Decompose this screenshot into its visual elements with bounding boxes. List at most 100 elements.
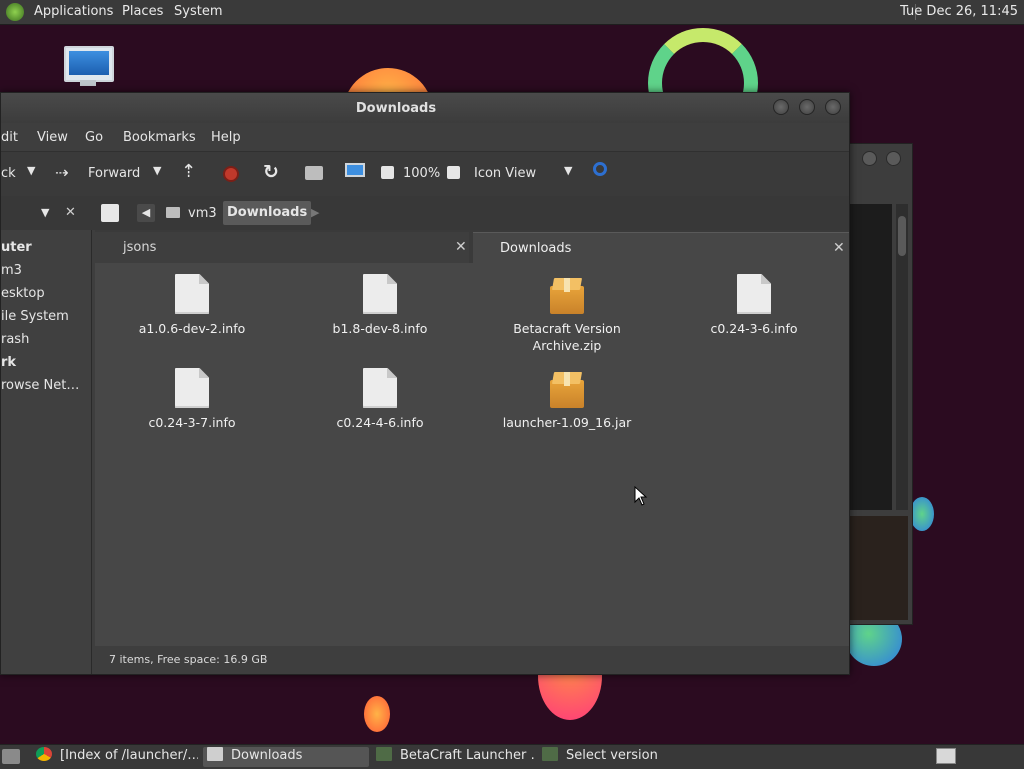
taskbar-item-downloads[interactable]: Downloads xyxy=(203,747,369,767)
zoom-in-icon[interactable] xyxy=(447,166,460,179)
sidebar-heading-computer: uter xyxy=(1,240,32,255)
taskbar-item-browser[interactable]: [Index of /launcher/… xyxy=(36,747,198,767)
back-dropdown-icon[interactable]: ▼ xyxy=(27,164,35,177)
minimize-button[interactable] xyxy=(862,151,877,166)
file-item[interactable]: a1.0.6-dev-2.info xyxy=(117,274,267,337)
taskbar-label: Select version xyxy=(566,748,658,763)
menu-view[interactable]: View xyxy=(37,130,68,145)
applications-logo-icon[interactable] xyxy=(6,3,24,21)
file-item[interactable]: c0.24-4-6.info xyxy=(305,368,455,431)
mouse-cursor-icon xyxy=(634,486,648,506)
edit-location-icon[interactable] xyxy=(101,204,119,222)
menu-applications[interactable]: Applications xyxy=(34,4,113,19)
stop-icon[interactable] xyxy=(223,166,239,182)
close-sidebar-icon[interactable]: ✕ xyxy=(65,205,76,220)
workspace-switcher-icon[interactable] xyxy=(936,748,956,764)
up-icon[interactable]: ⇡ xyxy=(181,161,196,182)
menu-places[interactable]: Places xyxy=(122,4,163,19)
search-icon[interactable] xyxy=(593,162,607,176)
forward-button[interactable]: Forward xyxy=(88,166,140,181)
file-manager-window[interactable]: Downloads dit View Go Bookmarks Help ck … xyxy=(0,92,850,675)
file-item[interactable]: Betacraft Version Archive.zip xyxy=(492,274,642,354)
text-file-icon xyxy=(175,274,209,314)
sidebar-item-trash[interactable]: rash xyxy=(1,332,29,347)
text-file-icon xyxy=(363,274,397,314)
tab-label: jsons xyxy=(123,240,157,255)
menubar: dit View Go Bookmarks Help xyxy=(1,123,849,151)
text-file-icon xyxy=(363,368,397,408)
zoom-out-icon[interactable] xyxy=(381,166,394,179)
forward-dropdown-icon[interactable]: ▼ xyxy=(153,164,161,177)
close-tab-icon[interactable]: ✕ xyxy=(833,240,845,256)
maximize-button[interactable] xyxy=(799,99,815,115)
background-window-content xyxy=(850,204,892,510)
path-segment[interactable]: vm3 xyxy=(188,206,217,221)
sidebar-dropdown-icon[interactable]: ▼ xyxy=(41,206,49,219)
sidebar-heading-network: rk xyxy=(1,355,17,370)
file-name: c0.24-3-6.info xyxy=(710,321,798,336)
archive-icon xyxy=(549,368,585,408)
tab-downloads[interactable]: Downloads ✕ xyxy=(473,232,849,264)
chrome-icon xyxy=(36,747,52,761)
sidebar-item-desktop[interactable]: esktop xyxy=(1,286,45,301)
menu-go[interactable]: Go xyxy=(85,130,103,145)
taskbar-label: Downloads xyxy=(231,748,303,763)
computer-icon[interactable] xyxy=(345,163,365,177)
decoration-teal-circle xyxy=(910,497,934,531)
background-window[interactable] xyxy=(845,143,913,625)
file-name: b1.8-dev-8.info xyxy=(332,321,428,336)
menu-bookmarks[interactable]: Bookmarks xyxy=(123,130,196,145)
close-tab-icon[interactable]: ✕ xyxy=(455,239,467,255)
view-mode-dropdown-icon[interactable]: ▼ xyxy=(564,164,572,177)
computer-desktop-icon[interactable] xyxy=(62,46,114,90)
back-button[interactable]: ck xyxy=(1,166,16,181)
text-file-icon xyxy=(175,368,209,408)
home-folder-icon xyxy=(166,207,180,218)
sidebar-item-browse-network[interactable]: rowse Net… xyxy=(1,378,79,393)
home-icon[interactable] xyxy=(305,166,323,180)
titlebar[interactable]: Downloads xyxy=(1,93,849,123)
scrollbar[interactable] xyxy=(896,204,908,510)
show-desktop-icon[interactable] xyxy=(2,749,20,764)
view-mode-select[interactable]: Icon View xyxy=(474,166,536,181)
zoom-level: 100% xyxy=(403,166,441,181)
status-bar: 7 items, Free space: 16.9 GB xyxy=(95,646,849,674)
tab-jsons[interactable]: jsons ✕ xyxy=(95,232,469,263)
clock[interactable]: Tue Dec 26, 11:45 xyxy=(900,4,1018,19)
file-item[interactable]: c0.24-3-6.info xyxy=(679,274,829,337)
scrollbar-thumb[interactable] xyxy=(898,216,906,256)
sidebar-item-home[interactable]: m3 xyxy=(1,263,22,278)
tab-bar: jsons ✕ Downloads ✕ xyxy=(95,230,849,264)
top-panel: Applications Places System Tue Dec 26, 1… xyxy=(0,0,1024,25)
menu-system[interactable]: System xyxy=(174,4,222,19)
taskbar-item-select-version[interactable]: Select version xyxy=(542,747,702,767)
status-text: 7 items, Free space: 16.9 GB xyxy=(109,653,268,666)
file-name: Betacraft Version Archive.zip xyxy=(513,321,621,353)
minimize-button[interactable] xyxy=(773,99,789,115)
java-app-icon xyxy=(376,747,392,761)
file-name: launcher-1.09_16.jar xyxy=(502,415,632,430)
taskbar: [Index of /launcher/… Downloads BetaCraf… xyxy=(0,744,1024,769)
menu-help[interactable]: Help xyxy=(211,130,241,145)
file-view[interactable]: jsons ✕ Downloads ✕ a1.0.6-dev-2.info b1… xyxy=(95,230,849,674)
maximize-button[interactable] xyxy=(886,151,901,166)
path-segment-current[interactable]: Downloads xyxy=(223,201,312,225)
menu-edit[interactable]: dit xyxy=(1,130,18,145)
file-item[interactable]: b1.8-dev-8.info xyxy=(305,274,455,337)
taskbar-item-betacraft[interactable]: BetaCraft Launcher … xyxy=(374,747,536,767)
close-button[interactable] xyxy=(825,99,841,115)
file-item[interactable]: c0.24-3-7.info xyxy=(117,368,267,431)
location-bar: ▼ ✕ ◀ vm3 Downloads ▶ xyxy=(1,196,849,230)
taskbar-label: [Index of /launcher/… xyxy=(60,748,198,763)
path-back-icon[interactable]: ◀ xyxy=(137,204,155,222)
sidebar-item-file-system[interactable]: ile System xyxy=(1,309,69,324)
java-app-icon xyxy=(542,747,558,761)
path-forward-icon[interactable]: ▶ xyxy=(311,206,319,219)
file-name: a1.0.6-dev-2.info xyxy=(138,321,246,336)
reload-icon[interactable]: ↻ xyxy=(263,161,279,183)
sidebar: uter m3 esktop ile System rash rk rowse … xyxy=(1,230,92,674)
taskbar-label: BetaCraft Launcher … xyxy=(400,748,536,763)
file-name: c0.24-3-7.info xyxy=(148,415,236,430)
decoration-small-circle xyxy=(364,696,390,732)
file-item[interactable]: launcher-1.09_16.jar xyxy=(492,368,642,431)
